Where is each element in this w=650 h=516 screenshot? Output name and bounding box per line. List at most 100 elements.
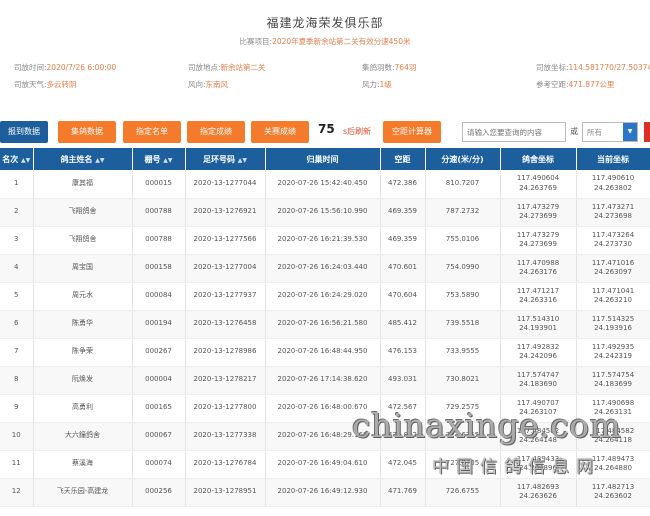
cell-rank: 10 — [0, 422, 34, 451]
table-header-row: 名次 ▲▼ 鸽主姓名 ▲▼ 棚号 ▲▼ 足环号码 ▲▼ 归巢时间 空距 分速(米… — [0, 148, 650, 170]
col-owner[interactable]: 鸽主姓名 ▲▼ — [33, 148, 133, 170]
cell-loft: 000256 — [132, 478, 186, 507]
cell-current-coords: 117.471016 24.263097 — [576, 254, 650, 283]
wind-level: 风力:1级 — [362, 80, 392, 89]
cell-distance: 469.359 — [380, 226, 426, 255]
coord-latitude: 24.263602 — [594, 492, 632, 500]
nominate-result-button[interactable]: 指定成绩 — [187, 121, 245, 143]
cell-ring: 2020-13-1278986 — [185, 338, 266, 367]
coord-longitude: 117.490604 — [516, 174, 560, 183]
cell-arrival-time: 2020-07-26 15:42:40.450 — [265, 170, 381, 199]
coord-latitude: 24.242319 — [594, 352, 632, 360]
cell-rank: 6 — [0, 310, 34, 339]
cell-rank: 1 — [0, 170, 34, 199]
cell-distance: 476.153 — [380, 338, 426, 367]
table-row: 4 周宝国 000158 2020-13-1277004 2020-07-26 16:2… — [0, 254, 650, 283]
coord-longitude: 117.471041 — [591, 286, 635, 295]
cell-owner: 陈勇华 — [33, 310, 133, 339]
cell-rank: 8 — [0, 366, 34, 395]
cell-rank: 12 — [0, 478, 34, 507]
cell-current-coords: 117.473271 24.273698 — [576, 198, 650, 227]
cell-arrival-time: 2020-07-26 16:24:03.440 — [265, 254, 381, 283]
coord-latitude: 24.263802 — [594, 183, 632, 192]
coord-longitude: 117.492935 — [591, 342, 635, 351]
cell-ring: 2020-13-1276458 — [185, 310, 266, 339]
coord-longitude: 117.473264 — [591, 230, 635, 239]
table-row: 1 康其福 000015 2020-13-1277044 2020-07-26 15:4… — [0, 170, 650, 199]
report-data-button[interactable]: 报到数据 — [0, 121, 48, 143]
cell-loft-coords: 117.482693 24.263626 — [500, 478, 577, 507]
cell-arrival-time: 2020-07-26 16:21:39.530 — [265, 226, 381, 255]
cell-current-coords: 117.492935 24.242319 — [576, 338, 650, 367]
cell-distance: 471.769 — [380, 478, 426, 507]
coord-longitude: 117.514325 — [591, 314, 635, 323]
cell-owner: 飞翔鸽舍 — [33, 198, 133, 227]
cell-speed: 726.6755 — [425, 478, 501, 507]
cell-arrival-time: 2020-07-26 16:49:12.930 — [265, 478, 381, 507]
cell-ring: 2020-13-1277004 — [185, 254, 266, 283]
cell-owner: 飞天乐园-高建龙 — [33, 478, 133, 507]
cell-rank: 9 — [0, 394, 34, 423]
cell-arrival-time: 2020-07-26 15:56:10.990 — [265, 198, 381, 227]
coord-latitude: 24.183690 — [519, 380, 557, 388]
cell-current-coords: 117.514325 24.193916 — [576, 310, 650, 339]
cell-distance: 472.386 — [380, 170, 426, 199]
nominate-list-button[interactable]: 指定名单 — [123, 121, 181, 143]
cell-distance: 470.604 — [380, 282, 426, 311]
coord-longitude: 117.473279 — [516, 230, 560, 239]
col-distance: 空距 — [380, 148, 426, 170]
chevron-down-icon[interactable]: ▼ — [623, 123, 637, 141]
cell-owner: 高勇利 — [33, 394, 133, 423]
release-coords: 司放坐标:114.581770/27.50374 — [536, 63, 650, 72]
race-header: 福建龙海荣发俱乐部 比赛项目:2020年夏季新余站第二关有效分速450米 司放时… — [0, 0, 650, 118]
table-row: 12 飞天乐园-高建龙 000256 2020-13-1278951 2020-07-2… — [0, 478, 650, 507]
col-loft[interactable]: 棚号 ▲▼ — [132, 148, 186, 170]
release-time: 司放时间:2020/7/26 6:00:00 — [14, 63, 117, 72]
cell-loft: 000067 — [132, 422, 186, 451]
cell-distance: 470.601 — [380, 254, 426, 283]
sort-icon: ▲▼ — [237, 156, 248, 164]
cell-distance: 485.412 — [380, 310, 426, 339]
cell-arrival-time: 2020-07-26 17:14:38.620 — [265, 366, 381, 395]
cell-rank: 5 — [0, 282, 34, 311]
race-info: 比赛项目:2020年夏季新余站第二关有效分速450米 — [0, 36, 650, 47]
cell-arrival-time: 2020-07-26 16:49:04.610 — [265, 450, 381, 479]
col-rank[interactable]: 名次 ▲▼ — [0, 148, 34, 170]
table-row: 3 飞翔鸽舍 000788 2020-13-1277566 2020-07-26 16:… — [0, 226, 650, 255]
or-label: 或 — [570, 127, 578, 136]
cell-distance: 493.031 — [380, 366, 426, 395]
col-current-coords: 当前坐标 — [576, 148, 650, 170]
collect-data-button[interactable]: 集鸽数据 — [58, 121, 116, 143]
cell-rank: 2 — [0, 198, 34, 227]
coord-latitude: 24.263097 — [594, 268, 632, 276]
cell-ring: 2020-13-1277044 — [185, 170, 266, 199]
distance-calculator-button[interactable]: 空距计算器 — [383, 121, 441, 143]
cell-rank: 4 — [0, 254, 34, 283]
coord-longitude: 117.490610 — [591, 174, 635, 183]
cell-speed: 787.2732 — [425, 198, 501, 227]
coord-latitude: 24.193901 — [519, 324, 557, 332]
cell-loft: 000004 — [132, 366, 186, 395]
coord-longitude: 117.482713 — [591, 482, 635, 491]
toolbar: 报到数据 集鸽数据 指定名单 指定成绩 关赛成绩 75 s后刷新 空距计算器 或… — [0, 118, 650, 148]
cell-loft: 000194 — [132, 310, 186, 339]
cell-loft-coords: 117.514310 24.193901 — [500, 310, 577, 339]
table-row: 7 陈争荣 000267 2020-13-1278986 2020-07-26 16:4… — [0, 338, 650, 367]
cell-loft-coords: 117.471217 24.263316 — [500, 282, 577, 311]
cell-owner: 康其福 — [33, 170, 133, 199]
cell-ring: 2020-13-1276921 — [185, 198, 266, 227]
filter-select[interactable]: 所有 ▼ — [582, 122, 638, 142]
col-ring[interactable]: 足环号码 ▲▼ — [185, 148, 266, 170]
cell-speed: 739.5518 — [425, 310, 501, 339]
reference-distance: 参考空距:471.877公里 — [536, 80, 615, 89]
cell-loft: 000084 — [132, 282, 186, 311]
coord-latitude: 24.263316 — [519, 296, 557, 304]
cell-ring: 2020-13-1276784 — [185, 450, 266, 479]
coord-longitude: 117.471016 — [591, 258, 635, 267]
cell-owner: 飞翔鸽舍 — [33, 226, 133, 255]
follow-result-button[interactable]: 关赛成绩 — [251, 121, 309, 143]
release-location: 司放地点:新余站第二关 — [188, 63, 266, 72]
coord-latitude: 24.263176 — [519, 268, 557, 276]
search-input[interactable] — [462, 122, 566, 142]
search-button[interactable] — [644, 122, 650, 142]
